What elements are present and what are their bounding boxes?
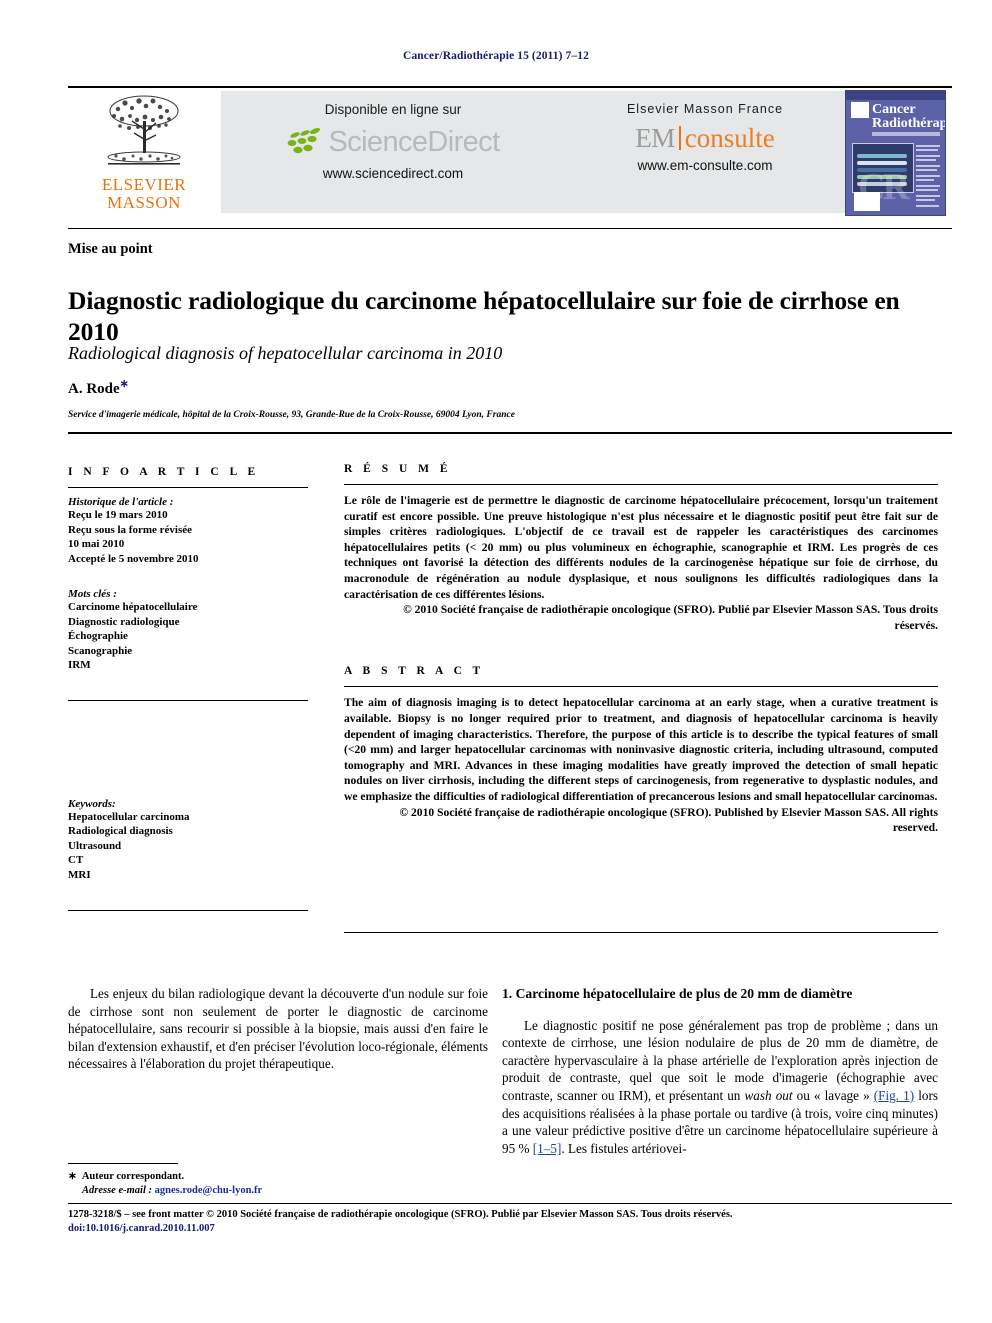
emconsulte-divider	[678, 126, 681, 150]
cover-title-line1: Cancer	[872, 102, 916, 117]
abstract-column: R É S U M É Le rôle de l'imagerie est de…	[344, 463, 938, 836]
citation-link[interactable]: [1–5]	[533, 1141, 562, 1156]
running-head: Cancer/Radiothérapie 15 (2011) 7–12	[403, 50, 589, 62]
footnote-marker: ∗	[68, 1171, 77, 1182]
info-rule	[68, 487, 308, 488]
footnote-corresponding-line: ∗ Auteur correspondant.	[68, 1170, 488, 1184]
info-column-divider-top	[68, 700, 308, 701]
footer-doi[interactable]: doi:10.1016/j.canrad.2010.11.007	[68, 1222, 952, 1236]
info-article-label: I N F O A R T I C L E	[68, 466, 260, 478]
keyword-en-item: Radiological diagnosis	[68, 825, 173, 837]
footnote-email-label: Adresse e-mail :	[82, 1184, 152, 1196]
body-column-right: 1. Carcinome hépatocellulaire de plus de…	[502, 985, 938, 1157]
resume-text: Le rôle de l'imagerie est de permettre l…	[344, 494, 938, 601]
journal-cover-thumbnail: Cancer Radiothérapie	[845, 90, 946, 216]
affiliation: Service d'imagerie médicale, hôpital de …	[68, 410, 515, 420]
abstract-rule	[344, 686, 938, 688]
footnote-email-link[interactable]: agnes.rode@chu-lyon.fr	[155, 1185, 263, 1196]
title-block-rule	[68, 432, 952, 434]
corresponding-author-marker[interactable]: ∗	[120, 378, 129, 390]
publisher-banner: ELSEVIER MASSON Disponible en ligne sur	[68, 88, 952, 218]
emconsulte-logo: EM consulte	[555, 123, 855, 153]
wash-out-italic: wash out	[744, 1087, 793, 1103]
keywords-en-block: Keywords: Hepatocellular carcinoma Radio…	[68, 798, 308, 883]
page-footer: 1278-3218/$ – see front matter © 2010 So…	[68, 1208, 952, 1236]
elsevier-wordmark-line2: MASSON	[107, 193, 181, 212]
cover-bottom-badge	[854, 192, 880, 211]
keywords-fr-label: Mots clés :	[68, 588, 117, 600]
history-revised: Reçu sous la forme révisée	[68, 523, 193, 536]
emconsulte-caption: Elsevier Masson France	[626, 102, 784, 116]
sciencedirect-leaves-icon	[288, 127, 321, 154]
article-page: Cancer/Radiothérapie 15 (2011) 7–12 ELSE…	[0, 0, 992, 1323]
keyword-fr-item: Scanographie	[68, 644, 133, 657]
keyword-en-item: Ultrasound	[68, 839, 122, 852]
footer-frontmatter: 1278-3218/$ – see front matter © 2010 So…	[68, 1209, 733, 1220]
emconsulte-mark-left: EM	[635, 123, 675, 153]
abstract-label: A B S T R A C T	[344, 665, 485, 678]
elsevier-wordmark-line1: ELSEVIER	[101, 175, 187, 194]
abstract-copyright: © 2010 Société française de radiothérapi…	[399, 805, 938, 835]
sciencedirect-url[interactable]: www.sciencedirect.com	[243, 166, 543, 181]
article-info-column: I N F O A R T I C L E Historique de l'ar…	[68, 466, 308, 882]
section-1-heading: 1. Carcinome hépatocellulaire de plus de…	[502, 986, 853, 1001]
history-label: Historique de l'article :	[68, 496, 174, 508]
keyword-fr-item: Échographie	[68, 630, 128, 642]
elsevier-masson-logo: ELSEVIER MASSON	[76, 91, 212, 213]
page-title: Diagnostic radiologique du carcinome hép…	[68, 286, 900, 347]
keyword-fr-item: Diagnostic radiologique	[68, 615, 180, 628]
emconsulte-block: Elsevier Masson France EM consulte www.em…	[555, 102, 855, 173]
resume-rule	[344, 484, 938, 485]
history-accepted: Accepté le 5 novembre 2010	[68, 552, 199, 565]
footnote-email-line: Adresse e-mail : agnes.rode@chu-lyon.fr	[68, 1184, 488, 1198]
footnote-rule	[68, 1163, 178, 1164]
body-column-left: Les enjeux du bilan radiologique devant …	[68, 985, 488, 1073]
banner-bottom-rule	[68, 228, 952, 229]
history-revised-date: 10 mai 2010	[68, 538, 125, 550]
footnote-corresponding-text: Auteur correspondant.	[81, 1171, 185, 1182]
keyword-fr-item: Carcinome hépatocellulaire	[68, 601, 198, 613]
footnote-block: ∗ Auteur correspondant. Adresse e-mail : …	[68, 1170, 488, 1197]
figure-1-link[interactable]: (Fig. 1)	[874, 1088, 914, 1103]
resume-label: R É S U M É	[344, 463, 452, 475]
elsevier-tree-icon	[107, 95, 181, 165]
sciencedirect-wordmark: ScienceDirect	[328, 126, 500, 158]
keyword-en-item: Hepatocellular carcinoma	[68, 810, 190, 823]
page-subtitle: Radiological diagnosis of hepatocellular…	[68, 343, 503, 363]
cover-title-line2: Radiothérapie	[872, 116, 946, 131]
footer-rule	[68, 1203, 952, 1204]
resume-copyright: © 2010 Société française de radiothérapi…	[403, 603, 938, 632]
author-name: A. Rode∗	[68, 377, 129, 398]
article-type: Mise au point	[68, 241, 153, 257]
info-column-divider-bottom	[68, 910, 308, 911]
section-1-text-part2: ou « lavage »	[792, 1087, 874, 1103]
history-received: Reçu le 19 mars 2010	[68, 509, 168, 521]
sciencedirect-caption: Disponible en ligne sur	[324, 102, 462, 117]
keyword-en-item: MRI	[68, 868, 91, 881]
author-label: A. Rode	[68, 381, 120, 397]
sciencedirect-logo: ScienceDirect	[243, 123, 543, 161]
sciencedirect-block: Disponible en ligne sur ScienceDirect ww…	[243, 102, 543, 181]
cover-elsevier-badge	[851, 102, 869, 118]
section-1-paragraph: Le diagnostic positif ne pose généraleme…	[502, 1017, 938, 1158]
keywords-en-label: Keywords:	[68, 797, 116, 810]
keywords-fr-block: Mots clés : Carcinome hépatocellulaire D…	[68, 588, 308, 673]
intro-paragraph: Les enjeux du bilan radiologique devant …	[68, 986, 488, 1072]
emconsulte-mark-right: consulte	[684, 123, 775, 153]
section-1-text-part4: . Les fistules artériovei-	[561, 1140, 687, 1156]
keyword-fr-item: IRM	[68, 659, 91, 671]
emconsulte-url[interactable]: www.em-consulte.com	[555, 158, 855, 173]
abstract-bottom-rule	[344, 932, 938, 933]
abstract-text: The aim of diagnosis imaging is to detec…	[344, 696, 938, 803]
keyword-en-item: CT	[68, 854, 84, 866]
